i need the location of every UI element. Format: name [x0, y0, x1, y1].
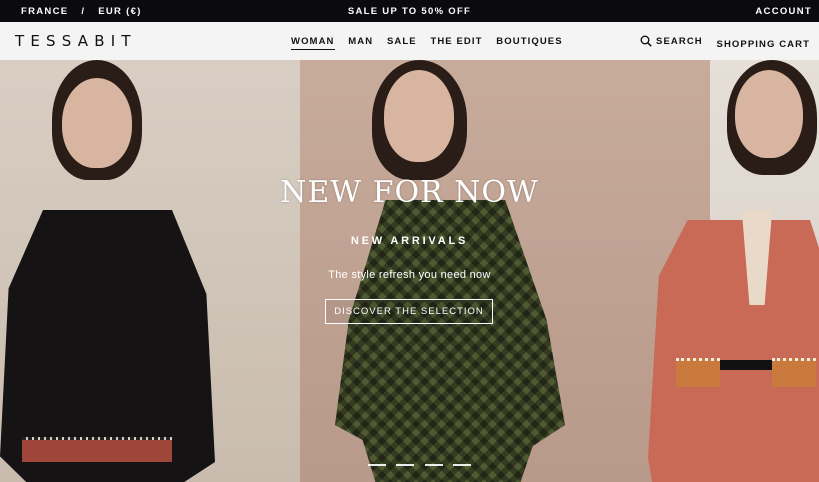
search-icon	[640, 35, 652, 47]
nav-item-the-edit[interactable]: THE EDIT	[430, 36, 482, 49]
search-button[interactable]: SEARCH	[640, 35, 703, 47]
main-nav: WOMAN MAN SALE THE EDIT BOUTIQUES	[291, 36, 573, 50]
nav-item-man[interactable]: MAN	[348, 36, 373, 49]
model-right-face	[735, 70, 803, 158]
promo-banner[interactable]: SALE UP TO 50% OFF	[0, 6, 819, 17]
model-left-face	[62, 78, 132, 168]
search-label: SEARCH	[656, 35, 703, 47]
header-utilities: SEARCH SHOPPING CART	[640, 35, 810, 50]
hero-subtitle: NEW ARRIVALS	[350, 235, 469, 247]
hero-tagline: The style refresh you need now	[328, 269, 491, 281]
discover-selection-button[interactable]: DISCOVER THE SELECTION	[325, 299, 493, 324]
carousel-dot-3[interactable]	[424, 464, 443, 466]
shopping-cart-link[interactable]: SHOPPING CART	[717, 39, 810, 50]
site-logo[interactable]: TESSABIT	[15, 32, 137, 50]
hero-banner[interactable]: NEW FOR NOW NEW ARRIVALS The style refre…	[0, 60, 819, 482]
coat-pocket-left	[676, 358, 720, 387]
hero-title: NEW FOR NOW	[280, 175, 539, 210]
coat-red-band	[22, 440, 172, 462]
carousel-indicators	[368, 453, 477, 471]
nav-item-woman[interactable]: WOMAN	[291, 36, 335, 50]
model-right-orange-coat	[648, 220, 819, 482]
carousel-dot-4[interactable]	[453, 464, 472, 466]
account-link[interactable]: ACCOUNT	[755, 6, 812, 17]
carousel-dot-1[interactable]	[368, 464, 386, 466]
nav-item-sale[interactable]: SALE	[387, 36, 417, 49]
top-bar: FRANCE / EUR (€) SALE UP TO 50% OFF ACCO…	[0, 0, 819, 22]
nav-item-boutiques[interactable]: BOUTIQUES	[496, 36, 562, 49]
site-header: TESSABIT WOMAN MAN SALE THE EDIT BOUTIQU…	[0, 22, 819, 61]
coat-pocket-right	[772, 358, 816, 387]
model-center-face	[384, 70, 454, 162]
carousel-dot-2[interactable]	[396, 464, 415, 466]
